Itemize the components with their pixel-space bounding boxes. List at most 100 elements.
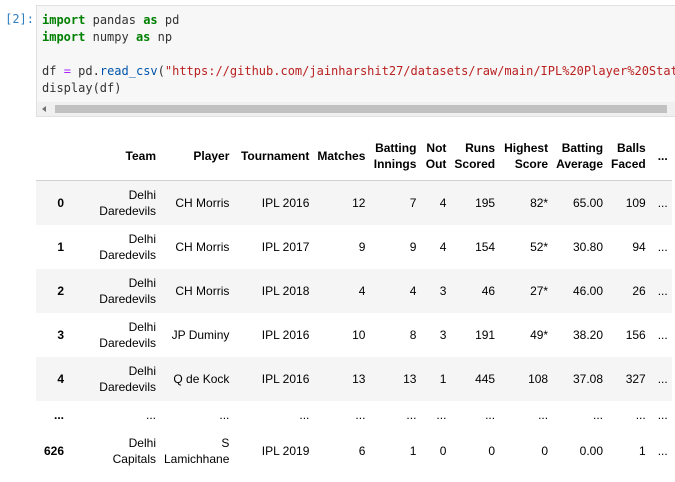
row-index: 3	[57, 327, 64, 342]
col-header-team: Team	[68, 132, 160, 181]
cell-not-out: 3	[439, 283, 447, 298]
cell-highest: 27*	[530, 283, 549, 298]
cell-more: ...	[657, 371, 668, 386]
header-line: Not	[426, 141, 447, 155]
table-row: 0 Delhi Daredevils CH Morris IPL 2016 12 …	[36, 180, 672, 225]
cell-matches: 6	[358, 443, 366, 458]
cell-player: Q de Kock	[173, 371, 230, 386]
code-string: "https://github.com/jainharshit27/datase…	[164, 64, 675, 78]
cell-line: Daredevils	[99, 335, 156, 350]
cell-team: Delhi Daredevils	[68, 181, 160, 225]
cell-balls: 156	[625, 327, 646, 342]
table-row: 4 Delhi Daredevils Q de Kock IPL 2016 13 …	[36, 356, 672, 401]
row-index: ...	[53, 407, 64, 422]
header-line: Scored	[454, 157, 496, 171]
cell-more: ...	[657, 407, 668, 422]
cell-line: Daredevils	[99, 203, 156, 218]
row-index: 2	[57, 283, 64, 298]
header-line: Score	[514, 157, 549, 171]
cell-team: Delhi Capitals	[68, 429, 160, 473]
cell-highest: 0	[541, 443, 549, 458]
cell-tournament: IPL 2018	[261, 283, 310, 298]
cell-runs: 191	[475, 327, 496, 342]
cell-matches: 12	[352, 195, 366, 210]
cell-line: S	[221, 435, 230, 450]
cell-player: CH Morris	[175, 239, 230, 254]
cell-not-out: 0	[439, 443, 447, 458]
cell-player: CH Morris	[175, 195, 230, 210]
header-line: Out	[425, 157, 447, 171]
cell-average: 30.80	[573, 239, 604, 254]
cell-balls: 94	[632, 239, 646, 254]
cell-average: 46.00	[573, 283, 604, 298]
cell-team: Delhi Daredevils	[68, 269, 160, 313]
horizontal-scrollbar[interactable]	[37, 102, 675, 116]
cell-team: ...	[145, 407, 156, 422]
cell-prompt: [2]:	[5, 12, 34, 26]
header-line: Batting	[375, 141, 417, 155]
cell-innings: ...	[406, 407, 417, 422]
code-keyword: import	[42, 13, 86, 27]
cell-tournament: IPL 2016	[261, 195, 310, 210]
cell-line: Delhi	[128, 363, 156, 378]
header-line: Average	[556, 157, 604, 171]
cell-not-out: 4	[439, 239, 447, 254]
scrollbar-thumb[interactable]	[55, 105, 667, 113]
code-alias: pd	[164, 13, 180, 27]
table-row: 626 Delhi Capitals S Lamichhane IPL 2019 6…	[36, 429, 672, 473]
col-header-not-out: Not Out	[420, 132, 451, 181]
cell-more: ...	[657, 195, 668, 210]
cell-runs: 195	[475, 195, 496, 210]
cell-team: Delhi Daredevils	[68, 225, 160, 269]
cell-line: Daredevils	[99, 247, 156, 262]
cell-tournament: IPL 2019	[261, 443, 310, 458]
cell-more: ...	[657, 283, 668, 298]
cell-balls: 26	[632, 283, 646, 298]
index-header	[36, 132, 68, 181]
col-header-balls-faced: Balls Faced	[607, 132, 650, 181]
cell-highest: 108	[528, 371, 549, 386]
table-row: 1 Delhi Daredevils CH Morris IPL 2017 9 9…	[36, 225, 672, 269]
cell-innings: 8	[409, 327, 417, 342]
cell-line: Lamichhane	[164, 451, 230, 466]
cell-not-out: ...	[436, 407, 447, 422]
code-editor[interactable]: import pandas as pd import numpy as np d…	[42, 12, 675, 97]
cell-balls: ...	[635, 407, 646, 422]
col-header-runs-scored: Runs Scored	[450, 132, 500, 181]
header-line: Batting	[561, 141, 604, 155]
cell-line: Capitals	[112, 451, 156, 466]
cell-line: Delhi	[128, 187, 156, 202]
cell-innings: 7	[409, 195, 417, 210]
col-header-batting-innings: Batting Innings	[369, 132, 421, 181]
cell-matches: 9	[358, 239, 366, 254]
cell-balls: 327	[625, 371, 646, 386]
cell-not-out: 3	[439, 327, 447, 342]
col-header-highest-score: Highest Score	[499, 132, 553, 181]
cell-matches: 13	[352, 371, 366, 386]
code-cell[interactable]: import pandas as pd import numpy as np d…	[36, 5, 675, 117]
cell-player: ...	[219, 407, 230, 422]
cell-innings: 1	[409, 443, 417, 458]
scroll-left-icon[interactable]	[42, 106, 46, 112]
cell-line: Daredevils	[99, 379, 156, 394]
cell-runs: 154	[475, 239, 496, 254]
cell-line: Daredevils	[99, 291, 156, 306]
code-module: numpy	[92, 30, 129, 44]
cell-runs: ...	[485, 407, 496, 422]
cell-highest: 49*	[530, 327, 549, 342]
cell-average: ...	[593, 407, 604, 422]
row-index: 1	[57, 239, 64, 254]
cell-tournament: IPL 2016	[261, 327, 310, 342]
cell-more: ...	[657, 239, 668, 254]
code-function: read_csv	[99, 64, 158, 78]
code-keyword: import	[42, 30, 86, 44]
row-index: 4	[57, 371, 64, 386]
cell-average: 37.08	[573, 371, 604, 386]
cell-balls: 1	[639, 443, 646, 458]
code-module: pandas	[92, 13, 136, 27]
cell-innings: 13	[403, 371, 417, 386]
cell-matches: 10	[352, 327, 366, 342]
code-operator: =	[63, 64, 71, 78]
cell-tournament: IPL 2016	[261, 371, 310, 386]
col-header-more: ...	[649, 132, 672, 181]
